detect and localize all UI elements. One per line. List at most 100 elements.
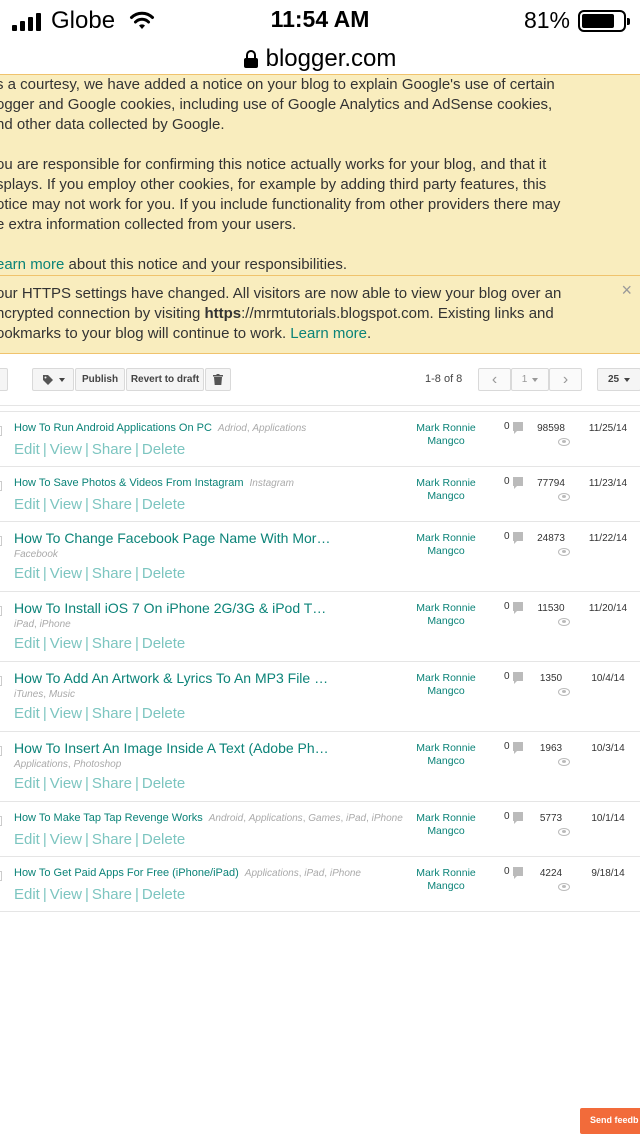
post-title-link[interactable]: How To Change Facebook Page Name With Mo… bbox=[14, 530, 330, 546]
post-label[interactable]: Photoshop bbox=[73, 759, 121, 770]
edit-link[interactable]: Edit bbox=[14, 705, 40, 722]
edit-link[interactable]: Edit bbox=[14, 635, 40, 652]
post-author[interactable]: Mark Ronnie Mangco bbox=[405, 867, 487, 893]
post-title-link[interactable]: How To Get Paid Apps For Free (iPhone/iP… bbox=[14, 867, 239, 879]
post-checkbox[interactable] bbox=[0, 606, 2, 616]
post-label[interactable]: iPhone bbox=[372, 813, 403, 824]
post-author[interactable]: Mark Ronnie Mangco bbox=[405, 532, 487, 558]
view-link[interactable]: View bbox=[50, 441, 82, 458]
post-title-link[interactable]: How To Insert An Image Inside A Text (Ad… bbox=[14, 740, 329, 756]
learn-more-link[interactable]: earn more bbox=[0, 256, 64, 273]
send-feedback-button[interactable]: Send feedb bbox=[580, 1108, 640, 1134]
https-notice-line-2: ncrypted connection by visiting https://… bbox=[0, 304, 640, 324]
share-link[interactable]: Share bbox=[92, 635, 132, 652]
post-date: 11/20/14 bbox=[588, 603, 628, 614]
delete-link[interactable]: Delete bbox=[142, 831, 185, 848]
post-title-link[interactable]: How To Save Photos & Videos From Instagr… bbox=[14, 477, 243, 489]
post-label[interactable]: iPhone bbox=[330, 868, 361, 879]
delete-link[interactable]: Delete bbox=[142, 441, 185, 458]
edit-link[interactable]: Edit bbox=[14, 775, 40, 792]
post-checkbox[interactable] bbox=[0, 426, 2, 436]
https-learn-more-link[interactable]: Learn more bbox=[290, 325, 367, 342]
publish-button[interactable]: Publish bbox=[75, 368, 125, 391]
post-checkbox[interactable] bbox=[0, 746, 2, 756]
post-author[interactable]: Mark Ronnie Mangco bbox=[405, 602, 487, 628]
post-label[interactable]: Applications bbox=[252, 423, 306, 434]
post-checkbox[interactable] bbox=[0, 481, 2, 491]
post-title-link[interactable]: How To Run Android Applications On PC bbox=[14, 422, 212, 434]
page-size-select[interactable]: 25 bbox=[597, 368, 640, 391]
post-title-link[interactable]: How To Add An Artwork & Lyrics To An MP3… bbox=[14, 670, 328, 686]
previous-page-button[interactable]: ‹ bbox=[478, 368, 511, 391]
edit-link[interactable]: Edit bbox=[14, 496, 40, 513]
share-link[interactable]: Share bbox=[92, 831, 132, 848]
post-label[interactable]: iPhone bbox=[40, 619, 71, 630]
address-bar[interactable]: blogger.com bbox=[0, 40, 640, 78]
post-comments: 0 bbox=[504, 531, 523, 544]
author-first-line: Mark Ronnie bbox=[416, 812, 476, 824]
post-title-link[interactable]: How To Make Tap Tap Revenge Works bbox=[14, 812, 203, 824]
post-checkbox[interactable] bbox=[0, 816, 2, 826]
view-link[interactable]: View bbox=[50, 886, 82, 903]
post-label[interactable]: Applications bbox=[245, 868, 299, 879]
view-link[interactable]: View bbox=[50, 496, 82, 513]
post-checkbox[interactable] bbox=[0, 536, 2, 546]
page-select[interactable]: 1 bbox=[511, 368, 549, 391]
chevron-down-icon bbox=[624, 377, 631, 382]
share-link[interactable]: Share bbox=[92, 441, 132, 458]
share-link[interactable]: Share bbox=[92, 775, 132, 792]
edit-link[interactable]: Edit bbox=[14, 831, 40, 848]
select-all-checkbox[interactable] bbox=[0, 368, 8, 391]
revert-to-draft-button[interactable]: Revert to draft bbox=[126, 368, 204, 391]
delete-button[interactable] bbox=[205, 368, 231, 391]
url-text[interactable]: blogger.com bbox=[266, 45, 397, 73]
post-label[interactable]: iTunes bbox=[14, 689, 43, 700]
share-link[interactable]: Share bbox=[92, 705, 132, 722]
delete-link[interactable]: Delete bbox=[142, 705, 185, 722]
edit-link[interactable]: Edit bbox=[14, 565, 40, 582]
post-label[interactable]: Android bbox=[209, 813, 243, 824]
close-icon[interactable]: × bbox=[621, 280, 632, 300]
post-label[interactable]: Games bbox=[308, 813, 340, 824]
edit-link[interactable]: Edit bbox=[14, 441, 40, 458]
post-checkbox[interactable] bbox=[0, 871, 2, 881]
post-label[interactable]: Adriod bbox=[218, 423, 247, 434]
post-label[interactable]: iPad bbox=[304, 868, 324, 879]
delete-link[interactable]: Delete bbox=[142, 886, 185, 903]
post-label[interactable]: Applications bbox=[14, 759, 68, 770]
post-label[interactable]: Facebook bbox=[14, 549, 58, 560]
separator: | bbox=[42, 441, 47, 458]
view-link[interactable]: View bbox=[50, 565, 82, 582]
author-second-line: Mangco bbox=[427, 435, 465, 447]
post-author[interactable]: Mark Ronnie Mangco bbox=[405, 422, 487, 448]
post-row: How To Make Tap Tap Revenge Works Android… bbox=[0, 802, 640, 857]
next-page-button[interactable]: › bbox=[549, 368, 582, 391]
post-author[interactable]: Mark Ronnie Mangco bbox=[405, 742, 487, 768]
post-checkbox[interactable] bbox=[0, 676, 2, 686]
post-label[interactable]: Instagram bbox=[249, 478, 293, 489]
delete-link[interactable]: Delete bbox=[142, 496, 185, 513]
post-label[interactable]: iPad bbox=[346, 813, 366, 824]
post-title-link[interactable]: How To Install iOS 7 On iPhone 2G/3G & i… bbox=[14, 600, 326, 616]
share-link[interactable]: Share bbox=[92, 886, 132, 903]
post-label[interactable]: Applications bbox=[249, 813, 303, 824]
view-link[interactable]: View bbox=[50, 831, 82, 848]
https-line2-prefix: ncrypted connection by visiting bbox=[0, 305, 205, 322]
post-label[interactable]: Music bbox=[49, 689, 75, 700]
post-label[interactable]: iPad bbox=[14, 619, 34, 630]
view-link[interactable]: View bbox=[50, 635, 82, 652]
edit-link[interactable]: Edit bbox=[14, 886, 40, 903]
view-link[interactable]: View bbox=[50, 775, 82, 792]
delete-link[interactable]: Delete bbox=[142, 565, 185, 582]
post-author[interactable]: Mark Ronnie Mangco bbox=[405, 477, 487, 503]
label-menu-button[interactable] bbox=[32, 368, 74, 391]
share-link[interactable]: Share bbox=[92, 565, 132, 582]
view-link[interactable]: View bbox=[50, 705, 82, 722]
post-author[interactable]: Mark Ronnie Mangco bbox=[405, 672, 487, 698]
comment-count: 0 bbox=[504, 741, 510, 752]
share-link[interactable]: Share bbox=[92, 496, 132, 513]
post-author[interactable]: Mark Ronnie Mangco bbox=[405, 812, 487, 838]
delete-link[interactable]: Delete bbox=[142, 775, 185, 792]
comment-icon bbox=[512, 742, 523, 754]
delete-link[interactable]: Delete bbox=[142, 635, 185, 652]
